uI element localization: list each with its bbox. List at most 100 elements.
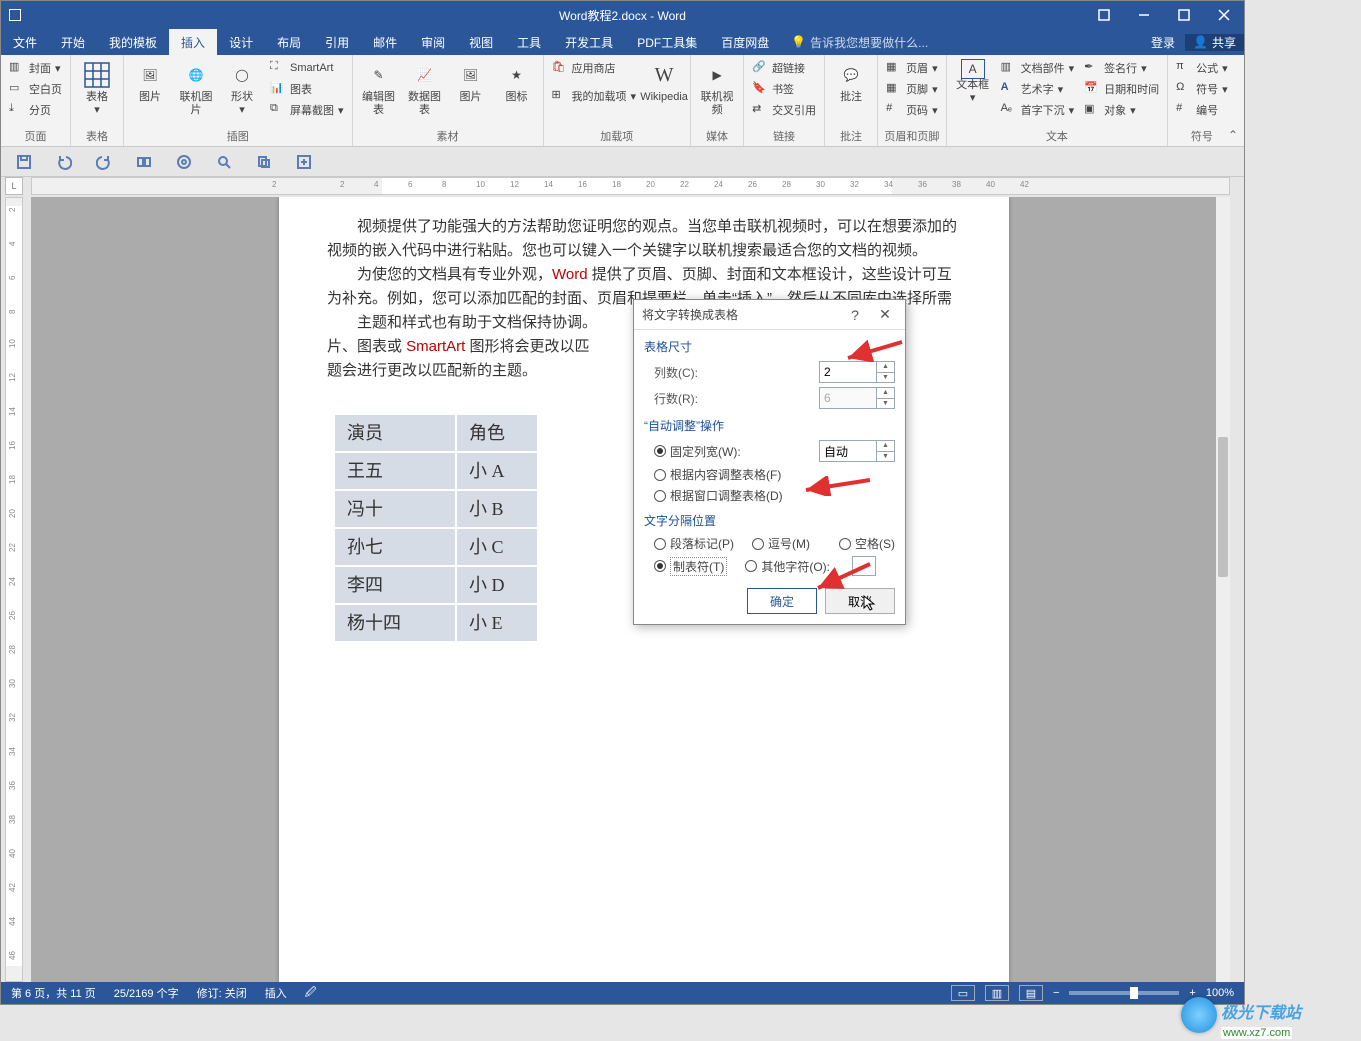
page-break-button[interactable]: ⤓分页	[7, 101, 64, 119]
minimize-button[interactable]	[1124, 1, 1164, 29]
drop-cap-button[interactable]: Aₑ首字下沉 ▾	[999, 101, 1077, 119]
tab-insert[interactable]: 插入	[169, 29, 217, 55]
table-button[interactable]: 表格▾	[77, 59, 117, 117]
table-cell[interactable]: 孙七	[335, 529, 455, 565]
fixed-width-spinner[interactable]: ▲▼	[819, 440, 895, 462]
close-button[interactable]	[1204, 1, 1244, 29]
maximize-button[interactable]	[1164, 1, 1204, 29]
shapes-button[interactable]: ◯形状▾	[222, 59, 262, 117]
ribbon-display-options[interactable]	[1084, 1, 1124, 29]
status-page[interactable]: 第 6 页，共 11 页	[11, 985, 96, 1001]
tab-file[interactable]: 文件	[1, 29, 49, 55]
tab-pdf[interactable]: PDF工具集	[625, 29, 709, 55]
fixed-width-input[interactable]	[820, 441, 876, 461]
radio-sep-comma[interactable]: 逗号(M)	[752, 535, 810, 552]
tab-mytemplate[interactable]: 我的模板	[97, 29, 169, 55]
table-cell[interactable]: 小 C	[457, 529, 537, 565]
cross-ref-button[interactable]: ⇄交叉引用	[750, 101, 818, 119]
scrollbar-thumb[interactable]	[1218, 437, 1228, 577]
zoom-slider[interactable]	[1069, 991, 1179, 995]
hyperlink-button[interactable]: 🔗超链接	[750, 59, 818, 77]
footer-button[interactable]: ▦页脚 ▾	[884, 80, 940, 98]
radio-sep-other[interactable]: 其他字符(O):	[745, 556, 830, 576]
ok-button[interactable]: 确定	[747, 588, 817, 614]
table-cell[interactable]: 演员	[335, 415, 455, 451]
tab-view[interactable]: 视图	[457, 29, 505, 55]
tab-design[interactable]: 设计	[217, 29, 265, 55]
view-readmode-icon[interactable]: ▭	[951, 985, 975, 1001]
status-words[interactable]: 25/2169 个字	[114, 985, 179, 1001]
asset-picture-button[interactable]: 🖼图片	[451, 59, 491, 104]
view-printlayout-icon[interactable]: ▥	[985, 985, 1009, 1001]
cover-page-button[interactable]: ▥封面 ▾	[7, 59, 64, 77]
status-mode[interactable]: 插入	[265, 985, 287, 1001]
date-time-button[interactable]: 📅日期和时间	[1082, 80, 1161, 98]
tab-baidu[interactable]: 百度网盘	[709, 29, 781, 55]
object-button[interactable]: ▣对象 ▾	[1082, 101, 1161, 119]
table-cell[interactable]: 小 B	[457, 491, 537, 527]
zoom-minus[interactable]: −	[1053, 987, 1059, 999]
number-button[interactable]: #编号	[1174, 101, 1230, 119]
qat-icon-3[interactable]	[215, 153, 233, 171]
chart-button[interactable]: 📊图表	[268, 80, 346, 98]
table-cell[interactable]: 小 D	[457, 567, 537, 603]
symbol-button[interactable]: Ω符号 ▾	[1174, 80, 1230, 98]
sep-other-input[interactable]	[852, 556, 876, 576]
share-button[interactable]: 👤 共享	[1185, 34, 1244, 51]
paragraph-1[interactable]: 视频提供了功能强大的方法帮助您证明您的观点。当您单击联机视频时，可以在想要添加的…	[327, 215, 961, 263]
equation-button[interactable]: π公式 ▾	[1174, 59, 1230, 77]
table-cell[interactable]: 李四	[335, 567, 455, 603]
bookmark-button[interactable]: 🔖书签	[750, 80, 818, 98]
columns-down[interactable]: ▼	[877, 373, 894, 383]
qat-icon-2[interactable]	[175, 153, 193, 171]
signature-line-button[interactable]: ✒签名行 ▾	[1082, 59, 1161, 77]
vertical-scrollbar[interactable]	[1216, 197, 1230, 982]
login-button[interactable]: 登录	[1141, 34, 1185, 51]
tab-review[interactable]: 审阅	[409, 29, 457, 55]
table-cell[interactable]: 冯十	[335, 491, 455, 527]
icons-button[interactable]: ★图标	[497, 59, 537, 104]
wordart-button[interactable]: A艺术字 ▾	[999, 80, 1077, 98]
pictures-button[interactable]: 🖼图片	[130, 59, 170, 104]
view-weblayout-icon[interactable]: ▤	[1019, 985, 1043, 1001]
online-pictures-button[interactable]: 🌐联机图片	[176, 59, 216, 117]
qat-icon-4[interactable]	[255, 153, 273, 171]
tab-mailings[interactable]: 邮件	[361, 29, 409, 55]
tab-tools[interactable]: 工具	[505, 29, 553, 55]
tab-home[interactable]: 开始	[49, 29, 97, 55]
status-track[interactable]: 修订: 关闭	[197, 985, 247, 1001]
screenshot-button[interactable]: ⧉屏幕截图 ▾	[268, 101, 346, 119]
header-button[interactable]: ▦页眉 ▾	[884, 59, 940, 77]
vertical-ruler[interactable]: 2468101214161820222426283032343638404244…	[5, 197, 23, 982]
columns-spinner[interactable]: ▲▼	[819, 361, 895, 383]
qat-icon-5[interactable]	[295, 153, 313, 171]
radio-sep-space[interactable]: 空格(S)	[839, 535, 895, 552]
table-cell[interactable]: 小 E	[457, 605, 537, 641]
radio-fixed-width[interactable]: 固定列宽(W):	[654, 443, 741, 460]
dialog-close-button[interactable]: ✕	[873, 305, 897, 325]
tab-layout[interactable]: 布局	[265, 29, 313, 55]
table-cell[interactable]: 角色	[457, 415, 537, 451]
tell-me-search[interactable]: 💡 告诉我您想要做什么...	[781, 29, 938, 55]
comment-button[interactable]: 💬批注	[831, 59, 871, 104]
tab-references[interactable]: 引用	[313, 29, 361, 55]
qat-icon-1[interactable]	[135, 153, 153, 171]
wikipedia-button[interactable]: WWikipedia	[644, 59, 684, 104]
undo-icon[interactable]	[55, 153, 73, 171]
store-button[interactable]: 🛍应用商店	[550, 59, 639, 77]
text-box-button[interactable]: A文本框▾	[953, 59, 993, 105]
zoom-value[interactable]: 100%	[1206, 987, 1234, 999]
selected-text-table[interactable]: 演员角色王五小 A冯十小 B孙七小 C李四小 D杨十四小 E	[333, 413, 539, 643]
dialog-titlebar[interactable]: 将文字转换成表格 ? ✕	[634, 300, 905, 330]
online-video-button[interactable]: ▶联机视频	[697, 59, 737, 117]
columns-input[interactable]	[820, 362, 876, 382]
table-cell[interactable]: 杨十四	[335, 605, 455, 641]
my-addins-button[interactable]: ⊞我的加载项 ▾	[550, 87, 639, 105]
radio-fit-content[interactable]: 根据内容调整表格(F)	[654, 466, 781, 483]
data-chart-button[interactable]: 📈数据图表	[405, 59, 445, 117]
redo-icon[interactable]	[95, 153, 113, 171]
dialog-help-button[interactable]: ?	[843, 305, 867, 325]
radio-fit-window[interactable]: 根据窗口调整表格(D)	[654, 487, 783, 504]
radio-sep-para[interactable]: 段落标记(P)	[654, 535, 734, 552]
smartart-button[interactable]: ⛶SmartArt	[268, 59, 346, 77]
